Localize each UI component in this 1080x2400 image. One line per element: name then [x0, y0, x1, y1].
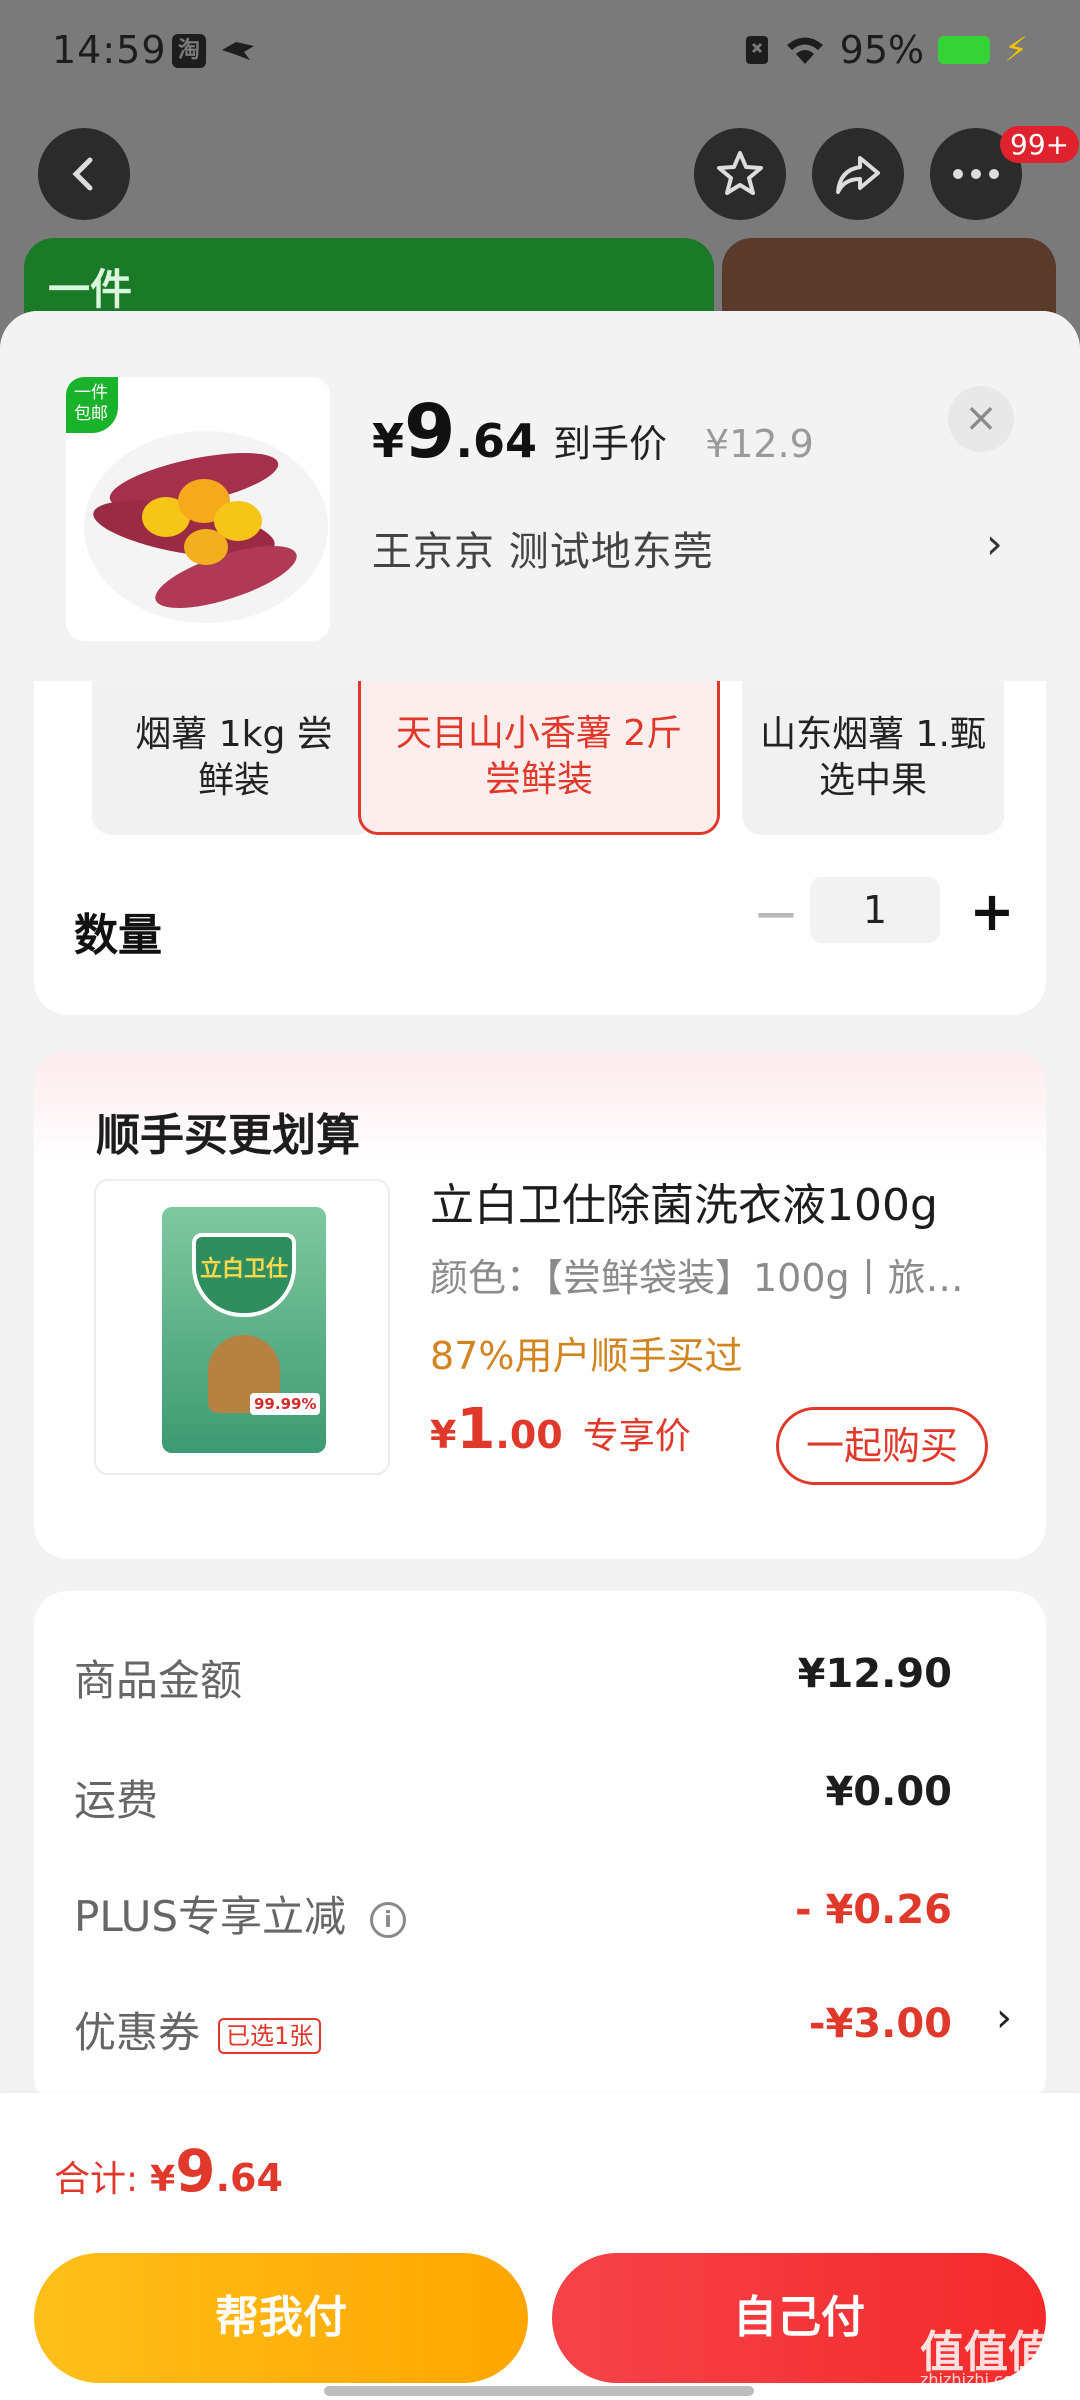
coupon-selected-tag: 已选1张 [218, 2017, 322, 2054]
back-arrow-icon [72, 157, 93, 191]
taobao-notification-icon: 淘 [172, 34, 206, 68]
upsell-product-name[interactable]: 立白卫仕除菌洗衣液100g [430, 1169, 938, 1233]
total-price: 合计: ¥ 9 .64 [54, 2137, 283, 2205]
sheet-header: 一件 包邮 ¥ 9 .64 到手价 ¥12.9 × 王京京 测试地东莞 › [0, 311, 1080, 681]
upsell-price-integer: 1 [456, 1397, 496, 1462]
status-time: 14:59 [52, 28, 167, 72]
upsell-price-decimal: .00 [495, 1413, 563, 1457]
price-currency: ¥ [372, 414, 405, 468]
free-shipping-line1: 一件 [74, 383, 108, 403]
summary-label-subtotal: 商品金额 [74, 1656, 243, 1705]
quantity-label: 数量 [74, 910, 162, 961]
brand-shield-logo: 立白卫仕 [192, 1233, 296, 1317]
summary-value-plus: - ¥0.26 [794, 1887, 952, 1933]
info-icon[interactable]: i [370, 1901, 407, 1938]
variant-option[interactable]: 烟薯 1kg 尝鲜装 [92, 681, 376, 835]
quantity-input[interactable]: 1 [810, 877, 940, 943]
battery-icon [938, 36, 991, 64]
purchase-sheet: 一件 包邮 ¥ 9 .64 到手价 ¥12.9 × 王京京 测试地东莞 › 烟薯… [0, 311, 1080, 2400]
free-shipping-line2: 包邮 [74, 404, 108, 424]
summary-value-coupon[interactable]: -¥3.00 [809, 2001, 952, 2047]
watermark-url: zhizhizhi.com [920, 2370, 1029, 2389]
variant-label: 烟薯 1kg 尝鲜装 [135, 714, 333, 801]
background-tag: 一件 [48, 265, 133, 314]
back-button[interactable] [38, 128, 130, 220]
charging-bolt-icon: ⚡ [1004, 30, 1028, 70]
upsell-card: 顺手买更划算 立白卫仕 99.99% 立白卫仕除菌洗衣液100g 颜色：【尝鲜袋… [34, 1051, 1046, 1559]
options-card: 烟薯 1kg 尝鲜装 天目山小香薯 2斤 尝鲜装 山东烟薯 1.甄选中果 数量 … [34, 681, 1046, 1015]
summary-value-shipping: ¥0.00 [825, 1769, 952, 1815]
battery-percent: 95% [839, 28, 925, 72]
upsell-product-image[interactable]: 立白卫仕 99.99% [94, 1179, 390, 1475]
summary-value-subtotal: ¥12.90 [797, 1651, 952, 1697]
variant-option-selected[interactable]: 天目山小香薯 2斤 尝鲜装 [358, 681, 720, 835]
total-integer: 9 [175, 2137, 216, 2205]
free-shipping-badge: 一件 包邮 [66, 377, 118, 433]
share-button[interactable] [812, 128, 904, 220]
price-summary-card: 商品金额 ¥12.90 运费 ¥0.00 PLUS专享立减 i - ¥0.26 优… [34, 1591, 1046, 2111]
home-indicator[interactable] [324, 2386, 754, 2396]
share-icon [836, 156, 880, 194]
variant-label: 天目山小香薯 2斤 尝鲜装 [395, 712, 683, 800]
close-button[interactable]: × [948, 386, 1014, 452]
quantity-increase-button[interactable]: + [962, 883, 1022, 943]
quantity-decrease-button[interactable]: − [746, 886, 806, 946]
summary-label-plus: PLUS专享立减 [74, 1892, 347, 1941]
favorite-button[interactable] [694, 128, 786, 220]
more-dots-icon [953, 169, 999, 179]
upsell-bought-rate: 87%用户顺手买过 [430, 1334, 743, 1378]
message-count-badge: 99+ [1000, 126, 1080, 163]
bird-notification-icon [222, 42, 254, 60]
original-price: ¥12.9 [705, 422, 814, 466]
coupon-chevron-icon[interactable]: › [996, 1995, 1012, 2041]
summary-label-shipping: 运费 [74, 1776, 159, 1825]
upsell-price-currency: ¥ [430, 1413, 457, 1457]
address-chevron-icon[interactable]: › [986, 519, 1003, 568]
delivery-address[interactable]: 王京京 测试地东莞 [372, 519, 714, 577]
price-integer: 9 [404, 389, 456, 475]
total-label: 合计: [54, 2159, 139, 2200]
variant-label: 山东烟薯 1.甄选中果 [760, 714, 986, 801]
upsell-title: 顺手买更划算 [96, 1110, 360, 1161]
status-bar: 14:59 淘 95% ⚡ [0, 0, 1080, 100]
total-decimal: .64 [215, 2156, 283, 2200]
total-currency: ¥ [150, 2159, 176, 2200]
variant-option[interactable]: 山东烟薯 1.甄选中果 [742, 681, 1004, 835]
upsell-price: ¥ 1 .00 专享价 [430, 1397, 691, 1462]
sim-icon [745, 36, 768, 64]
final-price: ¥ 9 .64 到手价 ¥12.9 [372, 389, 814, 475]
buy-together-button[interactable]: 一起购买 [776, 1407, 988, 1485]
price-decimal: .64 [455, 414, 538, 468]
help-me-pay-button[interactable]: 帮我付 [34, 2253, 528, 2383]
summary-row-coupon[interactable]: 优惠券 已选1张 [74, 1999, 322, 2060]
product-thumbnail[interactable]: 一件 包邮 [66, 377, 330, 641]
upsell-price-label: 专享价 [582, 1416, 691, 1457]
summary-label-coupon: 优惠券 [74, 2008, 201, 2057]
package-percent: 99.99% [250, 1393, 321, 1415]
summary-row-plus: PLUS专享立减 i [74, 1883, 407, 1944]
detergent-package: 立白卫仕 99.99% [162, 1207, 326, 1453]
star-icon [717, 151, 763, 195]
checkout-footer: 合计: ¥ 9 .64 帮我付 自己付 [0, 2093, 1080, 2400]
upsell-product-spec: 颜色：【尝鲜袋装】100g丨旅行装 [430, 1256, 1000, 1300]
wifi-icon [786, 37, 823, 64]
price-label: 到手价 [553, 422, 668, 466]
